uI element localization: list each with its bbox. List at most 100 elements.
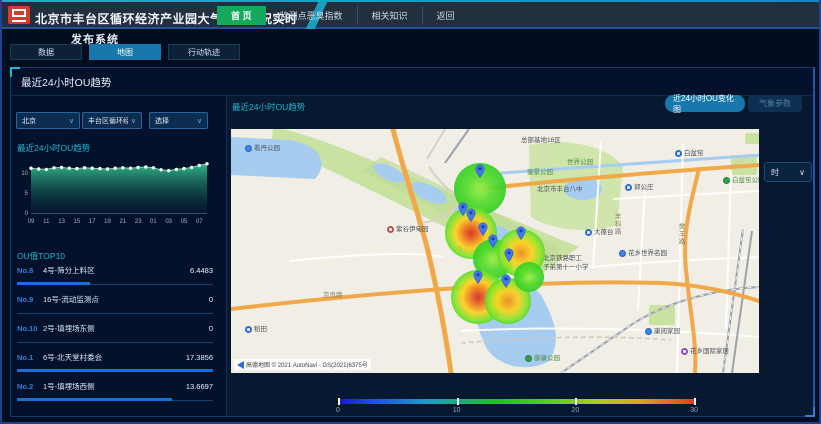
publish-tab-0[interactable]: 数据 [10, 44, 82, 60]
map-label-11: 白盆窑公园 [723, 177, 759, 184]
map-pin-marker-5[interactable] [516, 226, 526, 245]
svg-text:19: 19 [104, 219, 111, 225]
map-label-text: 北京市丰台八中 [537, 186, 583, 193]
blue-poi-icon [645, 328, 652, 335]
map-label-text: 大葆台 [594, 229, 614, 236]
map-section-title: 最近24小时OU趋势 [232, 101, 305, 113]
map-label-19: 京良路 [323, 292, 343, 299]
map-label-text: 紫谷伊甸园 [396, 226, 429, 233]
trend-chart-svg: 0510091113151719212301030507 [15, 155, 217, 233]
legend-tick-label-1: 10 [447, 407, 467, 414]
map-pin-marker-3[interactable] [488, 234, 498, 253]
map[interactable]: 看丹公园 总部基地16区御景公园北京市丰台八中 世界公园紫谷伊甸园 大葆台北京铁路职工… [231, 129, 759, 373]
map-pin-marker-4[interactable] [504, 248, 514, 267]
legend-tick-mark-3 [694, 398, 696, 405]
svg-text:11: 11 [43, 219, 50, 225]
map-pin-marker-6[interactable] [473, 270, 483, 289]
top-list-item-row: No.21号-填埋场西侧13.6697 [17, 378, 213, 392]
park-poi-icon [723, 177, 730, 184]
purple-poi-icon [681, 348, 688, 355]
svg-text:15: 15 [74, 219, 81, 225]
map-label-13: 丰科路 [613, 213, 620, 236]
park-poi-icon [525, 355, 532, 362]
map-label-text: 郭公庄 [634, 184, 654, 191]
filter-select-2[interactable]: 选择∨ [149, 112, 208, 129]
top-item-rank: No.1 [17, 353, 43, 362]
filter-select-value: 丰台区循环经济产 [88, 116, 128, 126]
map-label-text: 稻田 [254, 326, 267, 333]
top-item-bar-track [17, 309, 213, 314]
map-label-text: 御康公园 [534, 355, 560, 362]
filter-select-0[interactable]: 北京∨ [16, 112, 80, 129]
top-list-item-3: No.16号-北天堂村委会17.3856 [17, 349, 213, 378]
map-button-1[interactable]: 气象参数 [748, 95, 802, 112]
nav-item-2[interactable]: 相关知识 [358, 6, 423, 25]
map-label-text: 丰科路 [613, 213, 620, 236]
top-item-name: 16号-流动监测点 [43, 294, 209, 305]
header: 北京市丰台区循环经济产业园大气恶臭状况实时 首 页监测点恶臭指数相关知识返回 [2, 2, 819, 29]
chevron-down-icon: ∨ [69, 117, 74, 125]
map-pin-marker-2[interactable] [478, 222, 488, 241]
map-attribution-text: 高德地图 © 2021 AutoNavi - GS(2021)6375号 [246, 360, 368, 369]
map-label-4: 世界公园 [567, 159, 593, 166]
top-list-item-row: No.84号-筛分上料区6.4483 [17, 262, 213, 276]
map-label-1: 总部基地16区 [521, 137, 561, 144]
map-pin-marker-7[interactable] [501, 274, 511, 293]
svg-text:5: 5 [25, 191, 29, 197]
nav-item-1[interactable]: 监测点恶臭指数 [266, 6, 358, 25]
map-label-text: 京良路 [323, 292, 343, 299]
svg-text:09: 09 [28, 219, 35, 225]
chevron-down-icon: ∨ [799, 168, 805, 177]
top-list-item-row: No.102号-填埋场东侧0 [17, 320, 213, 334]
nav-item-3[interactable]: 返回 [423, 6, 469, 25]
top-item-bar-track [17, 396, 213, 401]
top-item-value: 6.4483 [190, 266, 213, 275]
metro-poi-icon [625, 184, 632, 191]
map-label-text: 御景公园 [527, 169, 553, 176]
top-item-name: 6号-北天堂村委会 [43, 352, 186, 363]
map-pin-marker-0[interactable] [475, 164, 485, 183]
top-item-bar-fill [17, 369, 213, 372]
map-label-2: 御景公园 [527, 169, 553, 176]
map-label-text: 看丹公园 [254, 145, 280, 152]
map-label-16: 花乡国际家居 [681, 348, 729, 355]
chevron-down-icon: ∨ [197, 117, 202, 125]
top-list-item-4: No.21号-填埋场西侧13.6697 [17, 378, 213, 407]
map-label-text: 花乡国际家居 [690, 348, 729, 355]
legend-tick-label-3: 30 [684, 407, 704, 414]
nav-item-0[interactable]: 首 页 [217, 6, 266, 25]
pin-icon [475, 164, 485, 178]
publish-tab-1[interactable]: 地图 [89, 44, 161, 60]
pin-icon [516, 226, 526, 240]
publish-tab-2[interactable]: 行动轨迹 [168, 44, 240, 60]
top-item-name: 1号-填埋场西侧 [43, 381, 186, 392]
svg-text:05: 05 [181, 219, 188, 225]
app-logo-icon [8, 6, 30, 24]
top-item-rank: No.9 [17, 295, 43, 304]
top-list-item-2: No.102号-填埋场东侧0 [17, 320, 213, 349]
svg-text:10: 10 [21, 171, 28, 177]
map-pin-marker-8[interactable] [458, 202, 468, 221]
trend-chart: 0510091113151719212301030507 [15, 155, 217, 233]
map-label-text: 白盆窑 [684, 150, 704, 157]
svg-text:23: 23 [135, 219, 142, 225]
main-panel: 最近24小时OU趋势 北京∨丰台区循环经济产∨选择∨ 最近24小时OU趋势 05… [10, 67, 815, 417]
svg-text:13: 13 [58, 219, 65, 225]
svg-text:0: 0 [25, 211, 29, 217]
svg-text:07: 07 [196, 219, 203, 225]
pin-icon [458, 202, 468, 216]
map-label-6: 大葆台 [585, 229, 614, 236]
interval-select[interactable]: 时 ∨ [764, 162, 812, 182]
map-label-7: 北京铁路职工 [543, 255, 582, 262]
map-label-text: 子弟第十一小学 [543, 264, 589, 271]
blue-poi-icon [245, 145, 252, 152]
map-label-text: 北京铁路职工 [543, 255, 582, 262]
top-list-item-0: No.84号-筛分上料区6.4483 [17, 262, 213, 291]
top-list: No.84号-筛分上料区6.4483No.916号-流动监测点0No.102号-… [17, 262, 213, 407]
map-button-0[interactable]: 近24小时OU变化图 [665, 95, 745, 112]
map-label-15: 康阅家园 [645, 328, 680, 335]
filter-select-1[interactable]: 丰台区循环经济产∨ [82, 112, 142, 129]
main-nav: 首 页监测点恶臭指数相关知识返回 [217, 6, 469, 25]
panel-title: 最近24小时OU趋势 [21, 75, 111, 90]
map-label-text: 白盆窑公园 [732, 177, 759, 184]
